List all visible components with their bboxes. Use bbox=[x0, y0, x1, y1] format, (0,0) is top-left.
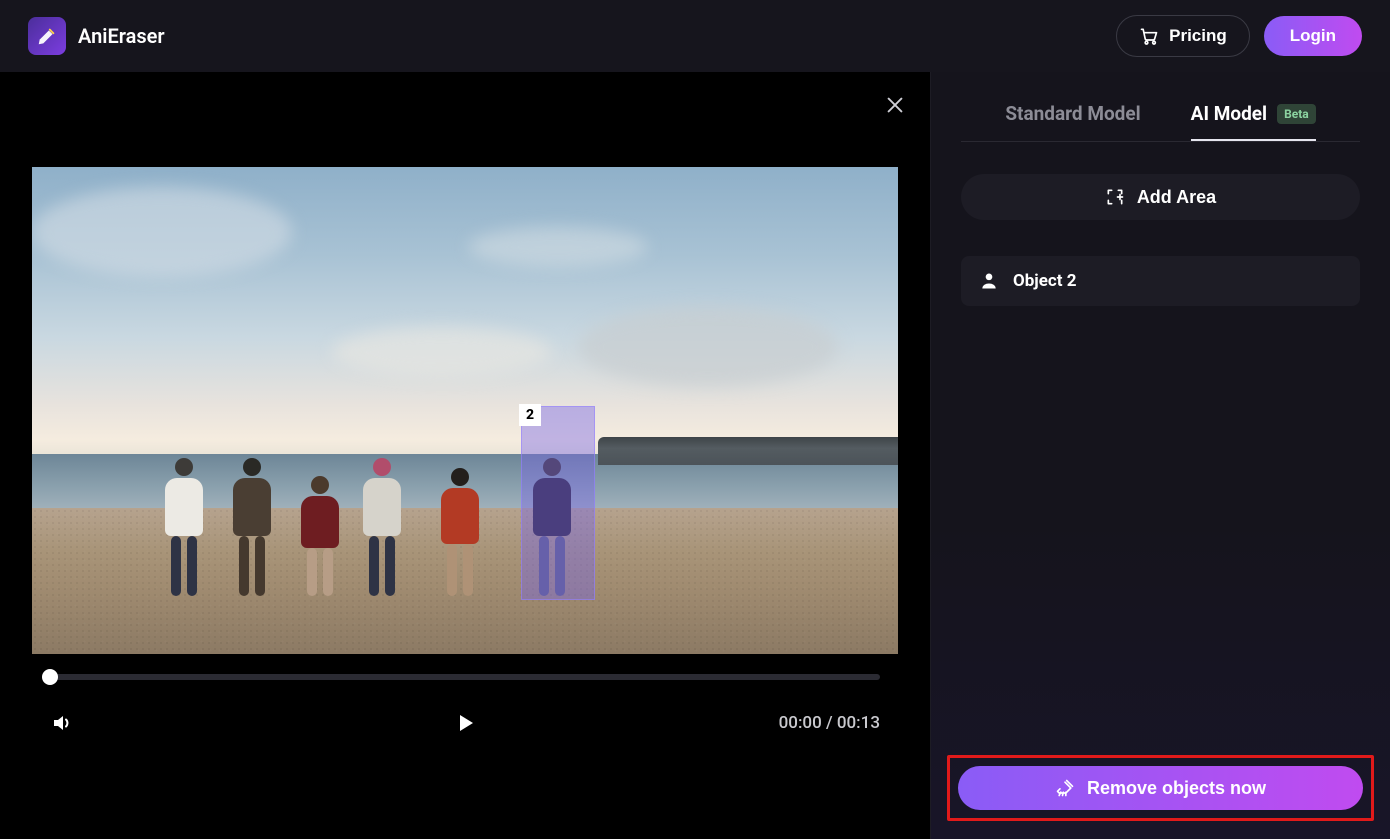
object-label: Object 2 bbox=[1013, 271, 1076, 291]
tab-standard-label: Standard Model bbox=[1005, 102, 1140, 125]
app-header: AniEraser Pricing Login bbox=[0, 0, 1390, 72]
video-person bbox=[432, 468, 488, 596]
broom-icon bbox=[1055, 778, 1075, 798]
object-selection-box[interactable]: 2 bbox=[521, 406, 595, 600]
person-icon bbox=[979, 271, 999, 291]
beta-badge: Beta bbox=[1277, 104, 1316, 124]
login-label: Login bbox=[1290, 26, 1336, 45]
pricing-button[interactable]: Pricing bbox=[1116, 15, 1250, 57]
progress-thumb[interactable] bbox=[42, 669, 58, 685]
add-area-icon bbox=[1105, 187, 1125, 207]
login-button[interactable]: Login bbox=[1264, 16, 1362, 56]
brand: AniEraser bbox=[28, 17, 165, 55]
time-display: 00:00 / 00:13 bbox=[779, 713, 880, 733]
video-person bbox=[154, 458, 214, 596]
side-panel: Standard Model AI Model Beta Add Area Ob… bbox=[930, 72, 1390, 839]
video-person bbox=[294, 476, 346, 596]
cart-icon bbox=[1139, 26, 1159, 46]
object-row[interactable]: Object 2 bbox=[961, 256, 1360, 306]
time-total: 00:13 bbox=[837, 713, 880, 733]
header-actions: Pricing Login bbox=[1116, 15, 1362, 57]
player-controls: 00:00 / 00:13 bbox=[50, 708, 880, 738]
time-separator: / bbox=[822, 713, 837, 733]
main-area: 2 00:00 / 00:13 bbox=[0, 72, 1390, 839]
app-logo-icon bbox=[28, 17, 66, 55]
tabs-divider bbox=[961, 141, 1360, 142]
video-frame[interactable]: 2 bbox=[32, 167, 898, 654]
video-cloud bbox=[578, 307, 838, 387]
progress-bar[interactable] bbox=[50, 674, 880, 680]
model-tabs: Standard Model AI Model Beta bbox=[961, 94, 1360, 142]
tab-standard-model[interactable]: Standard Model bbox=[1005, 94, 1140, 141]
remove-objects-label: Remove objects now bbox=[1087, 778, 1266, 799]
object-selection-tag: 2 bbox=[519, 404, 541, 426]
player: 00:00 / 00:13 bbox=[0, 654, 930, 738]
app-root: AniEraser Pricing Login bbox=[0, 0, 1390, 839]
remove-objects-button[interactable]: Remove objects now bbox=[958, 766, 1363, 810]
video-cloud bbox=[332, 327, 552, 377]
volume-button[interactable] bbox=[50, 711, 74, 735]
video-breakwater bbox=[598, 437, 898, 465]
play-button[interactable] bbox=[453, 711, 477, 735]
video-person bbox=[222, 458, 282, 596]
video-person bbox=[352, 458, 412, 596]
footer-cta: Remove objects now bbox=[931, 741, 1390, 839]
video-cloud bbox=[32, 187, 292, 277]
add-area-label: Add Area bbox=[1137, 187, 1216, 208]
pricing-label: Pricing bbox=[1169, 26, 1227, 46]
video-wrap: 2 bbox=[0, 72, 930, 654]
add-area-button[interactable]: Add Area bbox=[961, 174, 1360, 220]
highlight-box: Remove objects now bbox=[947, 755, 1374, 821]
brand-name: AniEraser bbox=[78, 24, 165, 48]
tab-ai-label: AI Model bbox=[1191, 102, 1267, 125]
video-pane: 2 00:00 / 00:13 bbox=[0, 72, 930, 839]
video-cloud bbox=[468, 227, 648, 267]
time-current: 00:00 bbox=[779, 713, 822, 733]
close-button[interactable] bbox=[884, 94, 906, 116]
tab-ai-model[interactable]: AI Model Beta bbox=[1191, 94, 1316, 141]
